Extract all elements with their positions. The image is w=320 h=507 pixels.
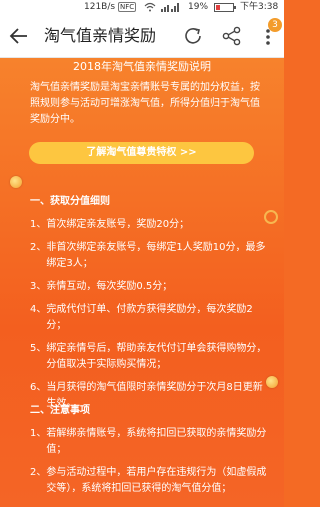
- app-header: 淘气值亲情奖励 3: [0, 14, 284, 58]
- rule-item: 2、 参与活动过程中，若用户存在违规行为（如虚假成交等），系统将扣回已获得的淘气…: [30, 465, 270, 497]
- share-icon[interactable]: [221, 25, 243, 47]
- intro-text: 淘气值亲情奖励是淘宝亲情账号专属的加分权益，按照规则参与活动可增涨淘气值，所得分…: [30, 82, 260, 125]
- decoration-coin: [10, 176, 22, 188]
- battery-icon: [214, 3, 236, 12]
- section-title: 一、获取分值细则: [30, 196, 110, 207]
- rule-item: 1、 首次绑定亲友账号，奖励20分；: [30, 217, 270, 233]
- section-notes: 二、注意事项 1、 若解绑亲情账号，系统将扣回已获取的亲情奖励分值； 2、 参与…: [30, 403, 270, 497]
- status-bar: 121B/s NFC 19% 下午3:38: [0, 0, 284, 14]
- rule-number: 1、: [30, 428, 47, 439]
- rule-number: 4、: [30, 304, 47, 315]
- page-heading: 2018年淘气值亲情奖励说明: [73, 60, 211, 73]
- rule-text: 绑定亲情号后，帮助亲友代付订单会获得购物分，分值取决于实际购买情况；: [46, 343, 267, 370]
- clock: 下午3:38: [240, 2, 279, 12]
- rule-number: 3、: [30, 281, 47, 292]
- section-earning-rules: 一、获取分值细则 1、 首次绑定亲友账号，奖励20分； 2、 非首次绑定亲友账号…: [30, 194, 270, 412]
- rule-text: 参与活动过程中，若用户存在违规行为（如虚假成交等），系统将扣回已获得的淘气值分值…: [46, 467, 267, 494]
- rule-item: 2、 非首次绑定亲友账号，每绑定1人奖励10分，最多绑定3人；: [30, 240, 270, 272]
- wifi-icon: [144, 2, 156, 12]
- section-title: 二、注意事项: [30, 405, 90, 416]
- refresh-icon[interactable]: [182, 25, 204, 47]
- rule-number: 2、: [30, 467, 47, 478]
- battery-percent: 19%: [188, 2, 209, 12]
- rule-text: 亲情互动，每次奖励0.5分；: [46, 281, 173, 292]
- rule-number: 2、: [30, 242, 47, 253]
- learn-privileges-button[interactable]: 了解淘气值尊贵特权 >>: [29, 142, 254, 164]
- reward-description-page: 2018年淘气值亲情奖励说明 淘气值亲情奖励是淘宝亲情账号专属的加分权益，按照规…: [0, 58, 284, 507]
- back-arrow-icon[interactable]: [8, 25, 30, 47]
- rule-text: 非首次绑定亲友账号，每绑定1人奖励10分，最多绑定3人；: [46, 242, 266, 269]
- network-speed: 121B/s: [84, 2, 116, 12]
- rule-item: 5、 绑定亲情号后，帮助亲友代付订单会获得购物分，分值取决于实际购买情况；: [30, 341, 270, 373]
- rule-text: 首次绑定亲友账号，奖励20分；: [46, 219, 190, 230]
- rule-text: 若解绑亲情账号，系统将扣回已获取的亲情奖励分值；: [46, 428, 267, 455]
- notification-badge: 3: [268, 18, 282, 32]
- rule-number: 1、: [30, 219, 47, 230]
- rule-number: 5、: [30, 343, 47, 354]
- rule-text: 完成代付订单、付款方获得奖励分，每次奖励2分；: [46, 304, 253, 331]
- signal-icon: [161, 3, 179, 12]
- rule-item: 3、 亲情互动，每次奖励0.5分；: [30, 279, 270, 295]
- nfc-indicator: NFC: [118, 2, 137, 12]
- rule-item: 4、 完成代付订单、付款方获得奖励分，每次奖励2分；: [30, 302, 270, 334]
- page-title: 淘气值亲情奖励: [44, 26, 157, 45]
- rule-item: 1、 若解绑亲情账号，系统将扣回已获取的亲情奖励分值；: [30, 426, 270, 458]
